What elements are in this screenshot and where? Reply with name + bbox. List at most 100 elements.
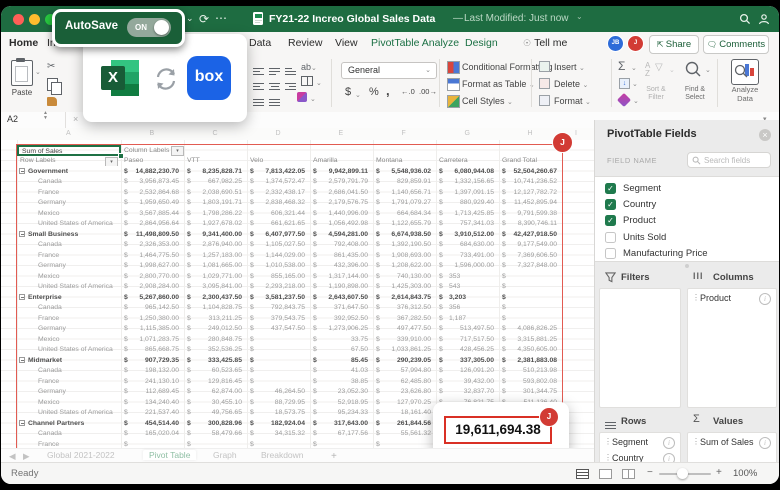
sheet-grid[interactable]: Sum of Sales Column Labels ▾ Row Labels ▾ Pas… [1,140,594,448]
zoom-out-button[interactable]: − [647,467,653,478]
search-fields-input[interactable]: Search fields [687,152,771,168]
field-label-country[interactable]: Country [623,199,656,210]
area-item-segment[interactable]: Segment [612,437,648,447]
sheet-tab-graph[interactable]: Graph [213,450,237,460]
page-layout-view-icon[interactable] [599,469,612,479]
insert-cells-label[interactable]: Insert ⌄ [554,62,585,72]
close-window-button[interactable] [13,14,24,25]
paste-label[interactable]: Paste [5,88,39,97]
filters-area-box[interactable] [599,288,681,408]
name-box-stepper[interactable]: ▲ ▼ [43,111,48,121]
field-label-units-sold[interactable]: Units Sold [623,232,666,243]
indent-increase-icon[interactable] [269,93,280,111]
chevron-down-icon[interactable]: ⌄ [633,97,639,105]
area-item-sum-of-sales[interactable]: Sum of Sales [700,437,754,447]
increase-decimal-icon[interactable]: .00→ [419,87,437,96]
chevron-down-icon[interactable]: ⌄ [35,68,41,76]
cell-styles-icon[interactable] [447,95,460,108]
wrap-text-icon[interactable] [297,92,307,102]
sort-filter-icon[interactable]: A Z ▽ [645,62,667,80]
currency-format-icon[interactable]: $ [345,86,351,98]
field-label-segment[interactable]: Segment [623,183,661,194]
red-comment-callout[interactable]: 19,611,694.38 J [433,402,569,448]
tab-review[interactable]: Review [288,37,322,49]
account-icon[interactable] [758,13,770,25]
format-cells-label[interactable]: Format ⌄ [554,96,591,106]
column-header-H[interactable]: H [528,130,533,137]
comma-format-icon[interactable]: , [386,83,390,98]
column-header-A[interactable]: A [66,130,71,137]
cell-styles-label[interactable]: Cell Styles ⌄ [462,96,513,106]
column-header-E[interactable]: E [339,130,344,137]
chevron-down-icon[interactable]: ⌄ [576,12,583,21]
checkbox-segment[interactable]: ✓ [605,183,616,194]
format-as-table-label[interactable]: Format as Table ⌄ [462,79,535,89]
column-header-F[interactable]: F [402,130,406,137]
drag-grip-icon[interactable]: ⋮ [604,437,612,446]
info-icon[interactable]: i [759,437,771,449]
tab-home[interactable]: Home [9,37,38,49]
share-button[interactable]: ⇱ Share [649,35,699,54]
prev-sheet-icon[interactable]: ◀ [9,451,16,462]
checkbox-units-sold[interactable] [605,231,616,243]
copy-icon[interactable] [47,78,62,95]
pivot-corner-cell[interactable]: Sum of Sales [17,145,121,156]
column-header-I[interactable]: I [575,130,577,137]
delete-cells-icon[interactable] [539,78,550,89]
format-painter-icon[interactable] [47,97,57,106]
find-select-label[interactable]: Find & Select [677,86,713,102]
checkbox-manufacturing-price[interactable] [605,247,616,259]
analyze-data-icon[interactable] [731,59,759,85]
analyze-data-label[interactable]: Analyze Data [727,85,763,103]
drag-grip-icon[interactable]: ⋮ [604,453,612,462]
refresh-icon[interactable]: ⟳ [199,12,209,26]
paste-icon[interactable] [11,58,33,86]
conditional-formatting-icon[interactable] [447,61,460,74]
field-label-manufacturing-price[interactable]: Manufacturing Price [623,248,707,259]
chevron-down-icon[interactable]: ⌄ [705,66,711,74]
zoom-in-button[interactable]: + [716,467,722,478]
autosave-toggle[interactable]: ON [127,18,171,37]
selection-fill-handle[interactable] [118,152,124,159]
tab-tell-me[interactable]: ☉ Tell me [523,37,567,49]
columns-area-box[interactable]: ⋮ Product i [687,288,777,408]
tab-view[interactable]: View [335,37,358,49]
autosum-icon[interactable]: Σ [618,59,625,73]
name-box[interactable]: A2 ▲ ▼ [1,111,66,128]
add-sheet-button[interactable]: + [331,451,337,462]
comments-button[interactable]: 🗨 Comments [703,35,769,54]
tab-data[interactable]: Data [249,37,271,49]
chevron-down-icon[interactable]: ⌄ [316,79,322,87]
tab-design[interactable]: Design [465,37,498,49]
drag-grip-icon[interactable]: ⋮ [692,437,700,446]
area-item-product[interactable]: Product [700,293,731,303]
column-header-C[interactable]: C [213,130,218,137]
sheet-tab-breakdown[interactable]: Breakdown [261,450,304,460]
find-select-icon[interactable] [683,60,703,80]
fill-icon[interactable]: ↓ [619,78,630,89]
drag-handle[interactable] [685,264,689,268]
info-icon[interactable]: i [759,293,771,305]
info-icon[interactable]: i [663,437,675,449]
delete-cells-label[interactable]: Delete ⌄ [554,79,588,89]
drag-grip-icon[interactable]: ⋮ [692,293,700,302]
sheet-tab-global-2021-2022[interactable]: Global 2021-2022 [47,450,115,460]
chevron-down-icon[interactable]: ⌄ [355,91,361,99]
search-icon[interactable] [739,13,751,25]
format-cells-icon[interactable] [539,95,550,106]
insert-cells-icon[interactable] [539,61,550,72]
tab-pivottable-analyze[interactable]: PivotTable Analyze [371,37,459,49]
indent-decrease-icon[interactable] [253,93,264,111]
align-right-icon[interactable] [285,77,296,95]
chevron-down-icon[interactable]: ⌄ [632,80,638,88]
field-label-product[interactable]: Product [623,215,656,226]
column-header-D[interactable]: D [276,130,281,137]
next-sheet-icon[interactable]: ▶ [23,451,30,462]
percent-format-icon[interactable]: % [369,86,379,98]
orientation-icon[interactable]: ab⌄ [301,62,317,72]
decrease-decimal-icon[interactable]: ←.0 [401,87,415,96]
format-as-table-icon[interactable] [447,78,460,91]
collaborator-cursor-avatar[interactable]: J [552,132,573,153]
number-format-select[interactable]: General ⌄ [341,62,437,79]
avatar-j[interactable]: J [627,35,644,52]
